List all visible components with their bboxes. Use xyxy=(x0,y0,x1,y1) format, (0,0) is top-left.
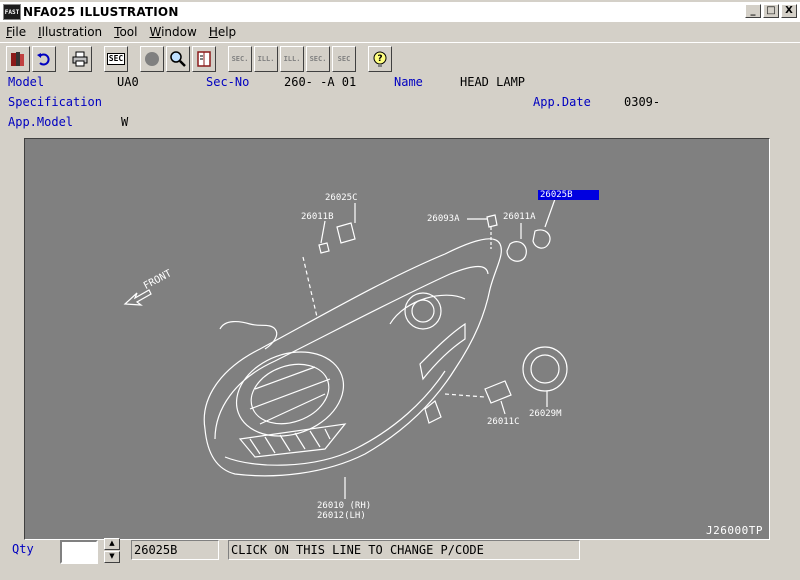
menu-bar: File Illustration Tool Window Help xyxy=(0,23,800,41)
window-controls: _ □ X xyxy=(745,4,797,18)
info-area: Model UA0 Sec-No 260- -A 01 Name HEAD LA… xyxy=(0,74,800,136)
prev-illustration-icon: ILL. xyxy=(257,54,275,63)
app-icon: FAST xyxy=(3,4,21,20)
circle-icon xyxy=(145,51,159,66)
callout-26011A[interactable]: 26011A xyxy=(503,212,536,222)
appdate-value: 0309- xyxy=(624,95,661,109)
minimize-button[interactable]: _ xyxy=(745,4,761,18)
callout-26012[interactable]: 26012(LH) xyxy=(317,511,366,521)
undo-icon xyxy=(37,52,50,65)
prev-illustration-button[interactable]: ILL. xyxy=(254,45,278,72)
section-icon: SEC xyxy=(106,52,126,65)
model-value: UA0 xyxy=(117,75,139,89)
magnifier-icon xyxy=(170,50,186,67)
menu-help[interactable]: Help xyxy=(209,25,236,39)
bottom-bar: Qty ▲ ▼ 26025B CLICK ON THIS LINE TO CHA… xyxy=(0,538,800,568)
appmodel-label: App.Model xyxy=(8,115,74,129)
callout-26025B[interactable]: 26025B xyxy=(538,190,599,200)
qty-spin-down-button[interactable]: ▼ xyxy=(104,551,120,563)
next-section-icon: SEC. xyxy=(309,54,327,63)
front-arrow-icon xyxy=(123,289,152,306)
model-label: Model xyxy=(8,75,45,89)
section-button[interactable]: SEC xyxy=(104,45,128,72)
prev-section-icon: SEC. xyxy=(231,54,249,63)
maximize-button[interactable]: □ xyxy=(763,4,779,18)
specification-label: Specification xyxy=(8,95,102,109)
window-title: NFA025 ILLUSTRATION xyxy=(23,5,179,19)
section-query-icon: SEC xyxy=(337,54,351,63)
menu-tool[interactable]: Tool xyxy=(114,25,137,39)
printer-icon xyxy=(72,51,88,66)
appdate-label: App.Date xyxy=(533,95,591,109)
callout-26011C[interactable]: 26011C xyxy=(487,417,520,427)
qty-label: Qty xyxy=(12,542,34,556)
book-icon xyxy=(197,50,211,67)
next-illustration-icon: ILL. xyxy=(283,54,301,63)
catalog-icon xyxy=(11,51,24,66)
toolbar: SEC SEC. ILL. ILL. SEC. SEC ? xyxy=(0,42,800,74)
drawing-id: J26000TP xyxy=(706,524,763,537)
print-button[interactable] xyxy=(68,45,92,72)
callout-26029M[interactable]: 26029M xyxy=(529,409,562,419)
headlamp-drawing xyxy=(123,198,568,499)
search-button[interactable] xyxy=(166,45,190,72)
change-pcode-line[interactable]: CLICK ON THIS LINE TO CHANGE P/CODE xyxy=(228,540,580,560)
next-section-button[interactable]: SEC. xyxy=(306,45,330,72)
close-button[interactable]: X xyxy=(781,4,797,18)
callout-26093A[interactable]: 26093A xyxy=(427,214,460,224)
app-window: FAST NFA025 ILLUSTRATION _ □ X File Illu… xyxy=(0,0,800,580)
prev-section-button[interactable]: SEC. xyxy=(228,45,252,72)
callout-26010[interactable]: 26010 (RH) xyxy=(317,501,371,511)
callout-26011B[interactable]: 26011B xyxy=(301,212,334,222)
qty-input[interactable] xyxy=(60,540,98,564)
catalog-button[interactable] xyxy=(6,45,30,72)
name-label: Name xyxy=(394,75,423,89)
name-value: HEAD LAMP xyxy=(460,75,526,89)
qty-spin-up-button[interactable]: ▲ xyxy=(104,538,120,550)
svg-text:?: ? xyxy=(377,54,382,64)
part-number-field: 26025B xyxy=(131,540,219,560)
callout-26025C[interactable]: 26025C xyxy=(325,193,358,203)
book-button[interactable] xyxy=(192,45,216,72)
menu-file[interactable]: File xyxy=(6,25,26,39)
secno-value: 260- -A 01 xyxy=(284,75,357,89)
title-bar[interactable]: FAST NFA025 ILLUSTRATION _ □ X xyxy=(0,2,800,22)
menu-window[interactable]: Window xyxy=(149,25,196,39)
appmodel-value: W xyxy=(121,115,129,129)
stop-button[interactable] xyxy=(140,45,164,72)
next-illustration-button[interactable]: ILL. xyxy=(280,45,304,72)
section-query-button[interactable]: SEC xyxy=(332,45,356,72)
undo-button[interactable] xyxy=(32,45,56,72)
help-button[interactable]: ? xyxy=(368,45,392,72)
illustration-panel[interactable]: 26025C 26011B 26093A 26011A 26025B 26011… xyxy=(24,138,770,540)
menu-illustration[interactable]: Illustration xyxy=(38,25,102,39)
help-bulb-icon: ? xyxy=(373,51,387,67)
secno-label: Sec-No xyxy=(206,75,250,89)
